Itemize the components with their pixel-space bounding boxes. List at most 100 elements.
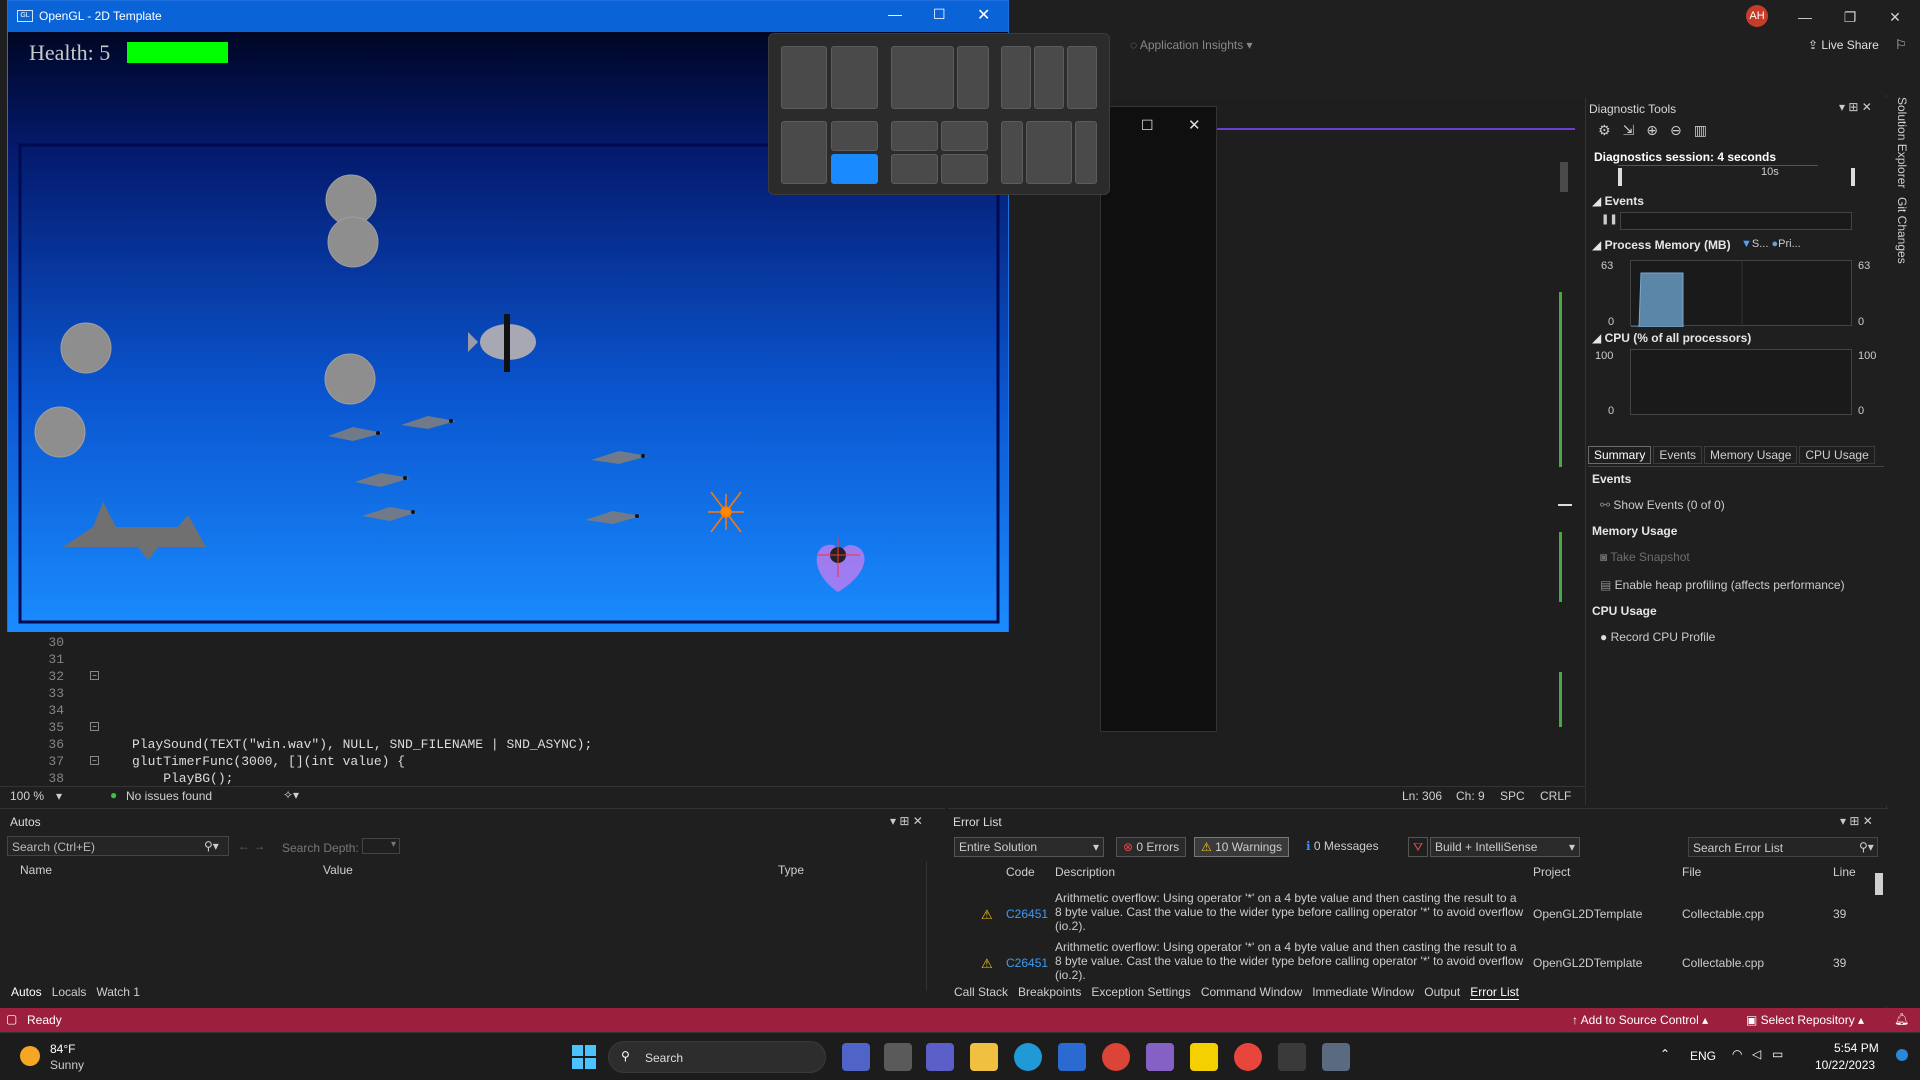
- autos-search[interactable]: Search (Ctrl+E) ⚲▾: [7, 836, 229, 856]
- taskbar-search[interactable]: ⚲ Search: [608, 1041, 826, 1073]
- feedback-icon[interactable]: ⚐: [1895, 37, 1907, 53]
- heap-profiling-toggle[interactable]: ▤ Enable heap profiling (affects perform…: [1600, 578, 1845, 592]
- error-search[interactable]: Search Error List ⚲▾: [1688, 837, 1878, 857]
- weather-condition[interactable]: Sunny: [50, 1058, 84, 1072]
- select-repository-button[interactable]: ▣ Select Repository ▴: [1746, 1013, 1864, 1027]
- tab-autos[interactable]: Autos: [11, 985, 42, 999]
- close-button[interactable]: ✕: [977, 5, 990, 25]
- scope-dropdown[interactable]: Entire Solution ▾: [954, 837, 1104, 857]
- zoom-in-icon[interactable]: ⊕: [1646, 122, 1670, 138]
- messages-filter[interactable]: ℹ 0 Messages: [1300, 837, 1385, 857]
- tab-exception-settings[interactable]: Exception Settings: [1091, 985, 1190, 999]
- add-source-control-button[interactable]: ↑ Add to Source Control ▴: [1572, 1013, 1708, 1027]
- search-icon[interactable]: ⚲▾: [204, 839, 219, 853]
- collapse-icon[interactable]: −: [90, 722, 99, 731]
- export-icon[interactable]: ⇲: [1623, 122, 1647, 138]
- cleanup-icon[interactable]: ✧▾: [283, 788, 299, 802]
- editor-scrollbar[interactable]: [1558, 142, 1572, 782]
- tab-locals[interactable]: Locals: [52, 985, 87, 999]
- widgets-icon[interactable]: [842, 1043, 870, 1071]
- col-file[interactable]: File: [1682, 865, 1701, 879]
- zoom-chevron-icon[interactable]: ▾: [56, 789, 62, 803]
- code-line[interactable]: PlaySound(TEXT("win.wav"), NULL, SND_FIL…: [132, 737, 592, 752]
- zoom-out-icon[interactable]: ⊖: [1670, 122, 1694, 138]
- notification-center-icon[interactable]: [1896, 1049, 1908, 1061]
- application-insights-button[interactable]: ◌ Application Insights ▾: [1130, 38, 1253, 52]
- col-project[interactable]: Project: [1533, 865, 1570, 879]
- snap-zone-wide-1[interactable]: [1001, 121, 1023, 184]
- col-indicator[interactable]: Ch: 9: [1456, 789, 1485, 803]
- show-events-link[interactable]: ⚯ Show Events (0 of 0): [1600, 498, 1725, 512]
- col-line[interactable]: Line: [1833, 865, 1856, 879]
- snap-zone-split-left[interactable]: [781, 121, 827, 184]
- snap-zone-split-bottomright[interactable]: [831, 154, 878, 184]
- col-value[interactable]: Value: [323, 863, 353, 877]
- cpu-section[interactable]: ◢ CPU (% of all processors): [1592, 331, 1751, 345]
- tab-error-list[interactable]: Error List: [1470, 985, 1519, 1000]
- panel-controls[interactable]: ▾ ⊞ ✕: [1840, 814, 1873, 828]
- error-code-link[interactable]: C26451: [1006, 956, 1048, 970]
- cpu-graph[interactable]: [1630, 349, 1852, 415]
- collapse-icon[interactable]: −: [90, 756, 99, 765]
- vs-minimize-button[interactable]: —: [1785, 6, 1825, 28]
- timeline-ruler[interactable]: 10s: [1618, 165, 1855, 186]
- tab-cpu-usage[interactable]: CPU Usage: [1799, 446, 1875, 464]
- whitespace-indicator[interactable]: SPC: [1500, 789, 1525, 803]
- opengl-app-icon[interactable]: [1322, 1043, 1350, 1071]
- error-scrollbar[interactable]: [1873, 861, 1885, 989]
- teams-icon[interactable]: [926, 1043, 954, 1071]
- timeline-end-handle[interactable]: [1851, 168, 1855, 186]
- task-view-icon[interactable]: [884, 1043, 912, 1071]
- memory-graph[interactable]: [1630, 260, 1852, 328]
- vs-restore-button[interactable]: ❐: [1830, 6, 1870, 28]
- volume-icon[interactable]: ◁: [1752, 1047, 1761, 1061]
- snap-zone-split-topright[interactable]: [831, 121, 878, 151]
- vs-close-button[interactable]: ✕: [1875, 6, 1915, 28]
- code-line[interactable]: PlayBG();: [132, 771, 233, 786]
- snap-zone-quad-2[interactable]: [941, 121, 988, 151]
- wifi-icon[interactable]: ◠: [1732, 1047, 1742, 1061]
- zoom-dropdown[interactable]: 100 %: [10, 789, 44, 803]
- tab-output[interactable]: Output: [1424, 985, 1460, 999]
- scroll-thumb[interactable]: [1560, 162, 1568, 192]
- git-changes-tab[interactable]: Git Changes: [1895, 197, 1909, 264]
- maximize-button[interactable]: ☐: [933, 6, 946, 23]
- clock-time[interactable]: 5:54 PM: [1834, 1041, 1879, 1055]
- warnings-filter[interactable]: ⚠ 10 Warnings: [1194, 837, 1290, 857]
- tab-command-window[interactable]: Command Window: [1201, 985, 1302, 999]
- secondary-window[interactable]: ☐ ✕: [1100, 106, 1217, 732]
- terminal-icon[interactable]: [1278, 1043, 1306, 1071]
- autos-scrollbar[interactable]: [926, 861, 938, 991]
- snap-zone-thirds-3[interactable]: [1067, 46, 1097, 109]
- sticky-notes-icon[interactable]: [1190, 1043, 1218, 1071]
- col-name[interactable]: Name: [20, 863, 52, 877]
- code-line[interactable]: glutTimerFunc(3000, [](int value) {: [132, 754, 405, 769]
- chrome-profile-icon[interactable]: [1234, 1043, 1262, 1071]
- take-snapshot-button[interactable]: ◙ Take Snapshot: [1600, 550, 1690, 564]
- tab-memory-usage[interactable]: Memory Usage: [1704, 446, 1798, 464]
- table-row[interactable]: ⚠ C26451 Arithmetic overflow: Using oper…: [948, 932, 1868, 982]
- tray-chevron-icon[interactable]: ⌃: [1660, 1047, 1670, 1061]
- line-ending-indicator[interactable]: CRLF: [1540, 789, 1571, 803]
- snap-zone-wide-2[interactable]: [1026, 121, 1072, 184]
- live-share-button[interactable]: ⇪ Live Share: [1808, 38, 1879, 52]
- snap-zone-quad-1[interactable]: [891, 121, 938, 151]
- tab-events[interactable]: Events: [1653, 446, 1703, 464]
- tab-breakpoints[interactable]: Breakpoints: [1018, 985, 1081, 999]
- snap-zone-twothirds-left[interactable]: [891, 46, 954, 109]
- search-depth-dropdown[interactable]: ▾: [362, 838, 400, 854]
- start-button[interactable]: [572, 1045, 596, 1069]
- table-row[interactable]: ⚠ C26451 Arithmetic overflow: Using oper…: [948, 883, 1868, 933]
- solution-explorer-tab[interactable]: Solution Explorer: [1895, 97, 1909, 188]
- bell-icon[interactable]: 🔔︎: [1894, 1012, 1909, 1026]
- reset-zoom-icon[interactable]: ▥: [1694, 122, 1719, 138]
- col-code[interactable]: Code: [1006, 865, 1035, 879]
- edge-icon[interactable]: [1014, 1043, 1042, 1071]
- process-memory-section[interactable]: ◢ Process Memory (MB): [1592, 238, 1731, 252]
- search-icon[interactable]: ⚲▾: [1859, 840, 1874, 854]
- panel-controls[interactable]: ▾ ⊞ ✕: [1839, 100, 1872, 114]
- battery-icon[interactable]: ▭: [1772, 1047, 1783, 1061]
- snap-zone-halves-right[interactable]: [831, 46, 878, 109]
- snap-zone-twothirds-right[interactable]: [957, 46, 989, 109]
- file-explorer-icon[interactable]: [970, 1043, 998, 1071]
